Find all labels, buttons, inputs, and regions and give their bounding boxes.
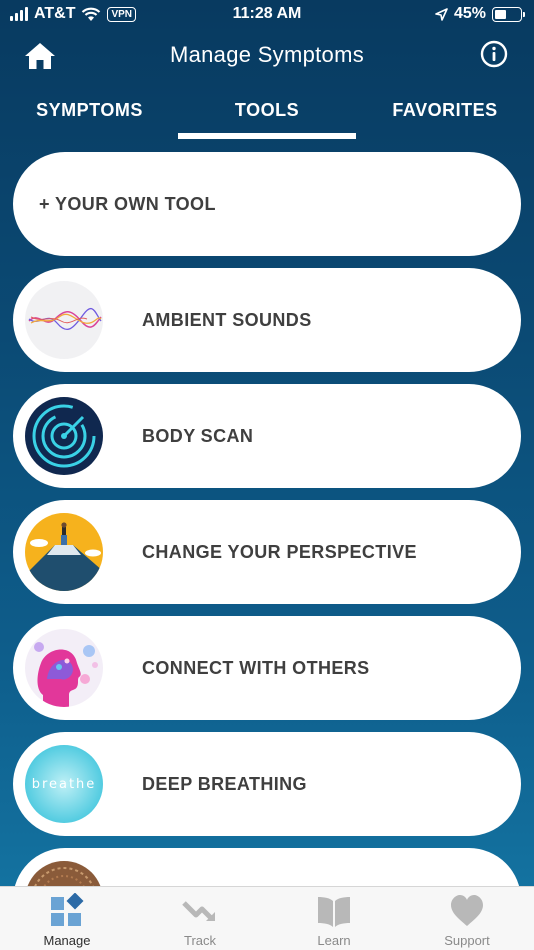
tool-label: CONNECT WITH OTHERS [142, 657, 370, 678]
tool-card-body-scan[interactable]: BODY SCAN [13, 384, 521, 488]
status-right: 45% [435, 5, 525, 23]
nav-learn-label: Learn [317, 933, 351, 948]
bottom-nav: Manage Track Learn Support [0, 886, 534, 950]
battery-icon [492, 6, 525, 22]
tool-card-ambient-sounds[interactable]: AMBIENT SOUNDS [13, 268, 521, 372]
learn-icon [318, 897, 350, 927]
tool-label: DEEP BREATHING [142, 773, 307, 794]
breathe-thumbnail-text: breathe [32, 777, 97, 792]
page-title: Manage Symptoms [169, 42, 365, 67]
battery-fill [495, 9, 506, 19]
manage-icon [51, 893, 84, 926]
add-own-tool-card[interactable]: + YOUR OWN TOOL [13, 152, 521, 256]
support-icon [451, 895, 483, 926]
header: Manage Symptoms [0, 32, 534, 78]
head-profile-thumbnail [25, 629, 103, 707]
nav-support-label: Support [444, 933, 490, 948]
nav-manage[interactable]: Manage [0, 893, 134, 948]
tool-card-connect-others[interactable]: CONNECT WITH OTHERS [13, 616, 521, 720]
tool-label: + YOUR OWN TOOL [39, 193, 216, 214]
sound-wave-thumbnail [25, 281, 103, 359]
tab-tools[interactable]: TOOLS [178, 100, 356, 121]
active-tab-indicator [178, 133, 356, 139]
radar-thumbnail [25, 397, 103, 475]
tool-label: CHANGE YOUR PERSPECTIVE [142, 541, 417, 562]
nav-manage-label: Manage [43, 933, 91, 948]
nav-track-label: Track [183, 933, 217, 948]
tool-label: BODY SCAN [142, 425, 254, 446]
tool-card-change-perspective[interactable]: CHANGE YOUR PERSPECTIVE [13, 500, 521, 604]
nav-learn[interactable]: Learn [267, 893, 401, 948]
status-bar: AT&T VPN 11:28 AM 45% [0, 0, 534, 30]
nav-track[interactable]: Track [133, 893, 267, 948]
tool-label: AMBIENT SOUNDS [142, 309, 312, 330]
info-icon[interactable] [480, 40, 508, 68]
tab-favorites[interactable]: FAVORITES [382, 100, 508, 121]
mountain-summit-thumbnail [25, 513, 103, 591]
nav-support[interactable]: Support [400, 893, 534, 948]
battery-percent: 45% [453, 5, 486, 22]
tool-card-deep-breathing[interactable]: breathe DEEP BREATHING [13, 732, 521, 836]
location-arrow-icon [435, 7, 448, 21]
tab-symptoms[interactable]: SYMPTOMS [22, 100, 157, 121]
track-icon [182, 901, 215, 921]
breathe-thumbnail: breathe [25, 745, 103, 823]
tab-bar: SYMPTOMS TOOLS FAVORITES [0, 96, 534, 140]
